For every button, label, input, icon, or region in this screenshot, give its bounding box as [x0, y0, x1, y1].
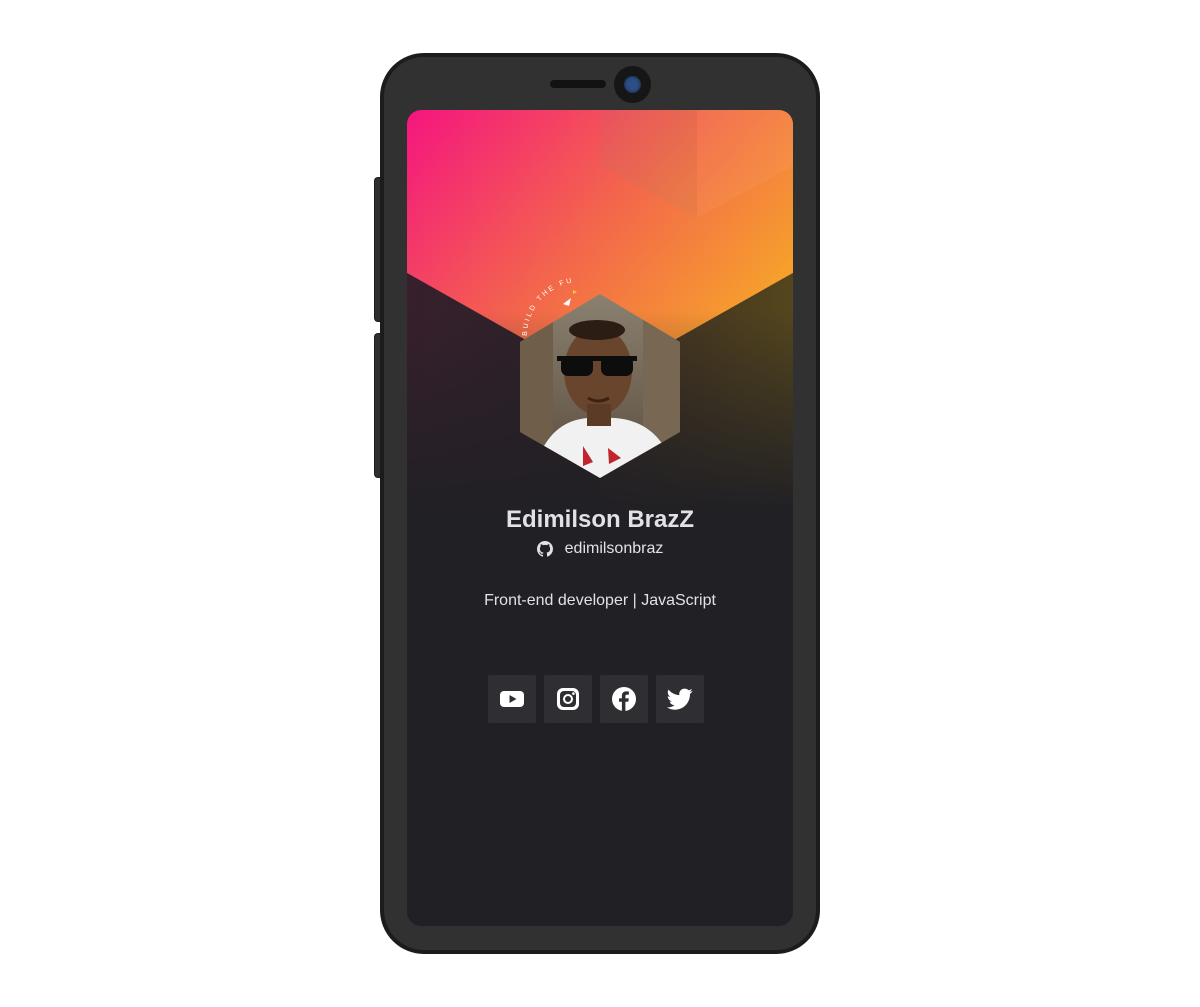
phone-camera: [614, 66, 651, 103]
instagram-icon: [557, 688, 579, 710]
instagram-link[interactable]: [544, 675, 592, 723]
github-icon: [536, 541, 553, 557]
youtube-link[interactable]: [488, 675, 536, 723]
github-username: edimilsonbraz: [564, 540, 664, 557]
phone-speaker: [550, 80, 606, 88]
facebook-link[interactable]: [600, 675, 648, 723]
facebook-icon: [612, 687, 636, 711]
profile-bio: Front-end developer | JavaScript: [484, 592, 716, 609]
twitter-link[interactable]: [656, 675, 704, 723]
youtube-icon: [500, 691, 524, 707]
avatar: BUILD THE FUTURE • ROCKETSEAT: [509, 271, 687, 478]
github-link[interactable]: edimilsonbraz: [407, 540, 793, 558]
phone-screen: BUILD THE FUTURE • ROCKETSEAT Edimilson …: [407, 110, 793, 926]
social-links: [488, 675, 712, 723]
twitter-icon: [667, 688, 693, 710]
profile-name: Edimilson BrazZ: [505, 506, 695, 533]
